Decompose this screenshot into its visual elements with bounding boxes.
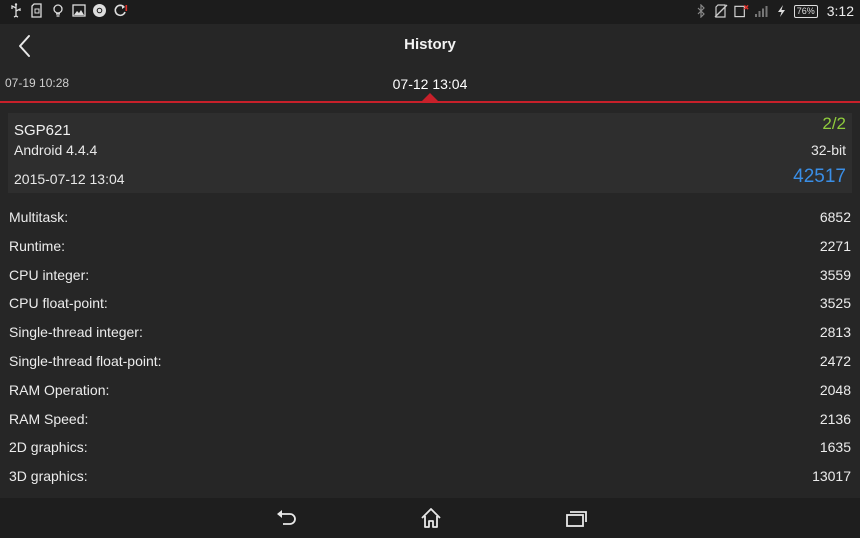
tab-active-date[interactable]: 07-12 13:04 xyxy=(0,76,860,92)
score-label: RAM Speed: xyxy=(9,410,89,427)
tab-indicator-line xyxy=(0,101,860,103)
nav-back-button[interactable] xyxy=(273,506,299,530)
score-value: 2813 xyxy=(819,324,851,341)
notification-icons xyxy=(8,3,128,18)
score-label: RAM Operation: xyxy=(9,381,110,398)
os-version: Android 4.4.4 xyxy=(14,142,98,158)
recent-apps-icon xyxy=(566,511,587,527)
score-row-single-thread-integer: Single-thread integer: 2813 xyxy=(0,318,860,347)
score-label: Runtime: xyxy=(9,237,66,254)
score-row-cpu-float-point: CPU float-point: 3525 xyxy=(0,289,860,318)
device-summary-card: SGP621 Android 4.4.4 2015-07-12 13:04 2/… xyxy=(8,113,852,193)
score-list: Multitask: 6852 Runtime: 2271 CPU intege… xyxy=(0,203,860,491)
battery-indicator: 76% xyxy=(793,4,818,18)
score-label: 3D graphics: xyxy=(9,468,88,485)
navigation-bar xyxy=(0,498,860,538)
score-row-cpu-integer: CPU integer: 3559 xyxy=(0,261,860,290)
status-bar: 76% 3:12 xyxy=(0,0,860,24)
score-value: 2271 xyxy=(819,237,851,254)
action-bar: History xyxy=(0,24,860,68)
score-value: 1635 xyxy=(819,439,851,456)
system-icons: 76% 3:12 xyxy=(694,3,854,19)
score-value: 6852 xyxy=(819,209,851,225)
score-label: Single-thread integer: xyxy=(9,324,143,341)
score-value: 2136 xyxy=(819,410,851,427)
image-icon xyxy=(71,3,86,18)
usb-icon xyxy=(8,3,23,18)
rank-indicator: 2/2 xyxy=(822,114,846,133)
data-no-signal-icon xyxy=(734,4,749,19)
score-label: Single-thread float-point: xyxy=(9,352,162,369)
score-value: 2048 xyxy=(819,381,851,398)
page-title: History xyxy=(404,36,456,53)
sync-alert-icon xyxy=(113,3,128,18)
signal-icon xyxy=(754,4,769,19)
score-row-2d-graphics: 2D graphics: 1635 xyxy=(0,433,860,462)
score-value: 3559 xyxy=(819,266,851,283)
test-date: 2015-07-12 13:04 xyxy=(14,171,125,187)
lightbulb-icon xyxy=(50,3,65,18)
score-row-3d-graphics: 3D graphics: 13017 xyxy=(0,462,860,491)
score-value: 2472 xyxy=(819,352,851,369)
score-value: 13017 xyxy=(812,468,851,485)
score-row-single-thread-float-point: Single-thread float-point: 2472 xyxy=(0,347,860,376)
score-row-multitask: Multitask: 6852 xyxy=(0,203,860,232)
score-row-runtime: Runtime: 2271 xyxy=(0,232,860,261)
home-icon xyxy=(421,508,441,528)
score-row-ram-operation: RAM Operation: 2048 xyxy=(0,376,860,405)
score-value: 3525 xyxy=(819,295,851,312)
architecture-label: 32-bit xyxy=(810,142,846,158)
sd-card-icon xyxy=(29,3,44,18)
back-icon xyxy=(277,510,296,525)
score-label: 2D graphics: xyxy=(9,439,88,456)
nav-home-button[interactable] xyxy=(418,506,444,530)
chrome-icon xyxy=(92,3,107,18)
score-label: Multitask: xyxy=(9,209,69,225)
score-row-ram-speed: RAM Speed: 2136 xyxy=(0,405,860,434)
status-clock: 3:12 xyxy=(826,3,854,19)
nav-recent-apps-button[interactable] xyxy=(563,506,589,530)
total-score: 42517 xyxy=(793,166,846,187)
bluetooth-icon xyxy=(694,4,709,19)
device-name: SGP621 xyxy=(14,122,71,139)
charging-icon xyxy=(774,4,789,19)
score-label: CPU float-point: xyxy=(9,295,108,312)
score-label: CPU integer: xyxy=(9,266,90,283)
no-sim-icon xyxy=(714,4,729,19)
